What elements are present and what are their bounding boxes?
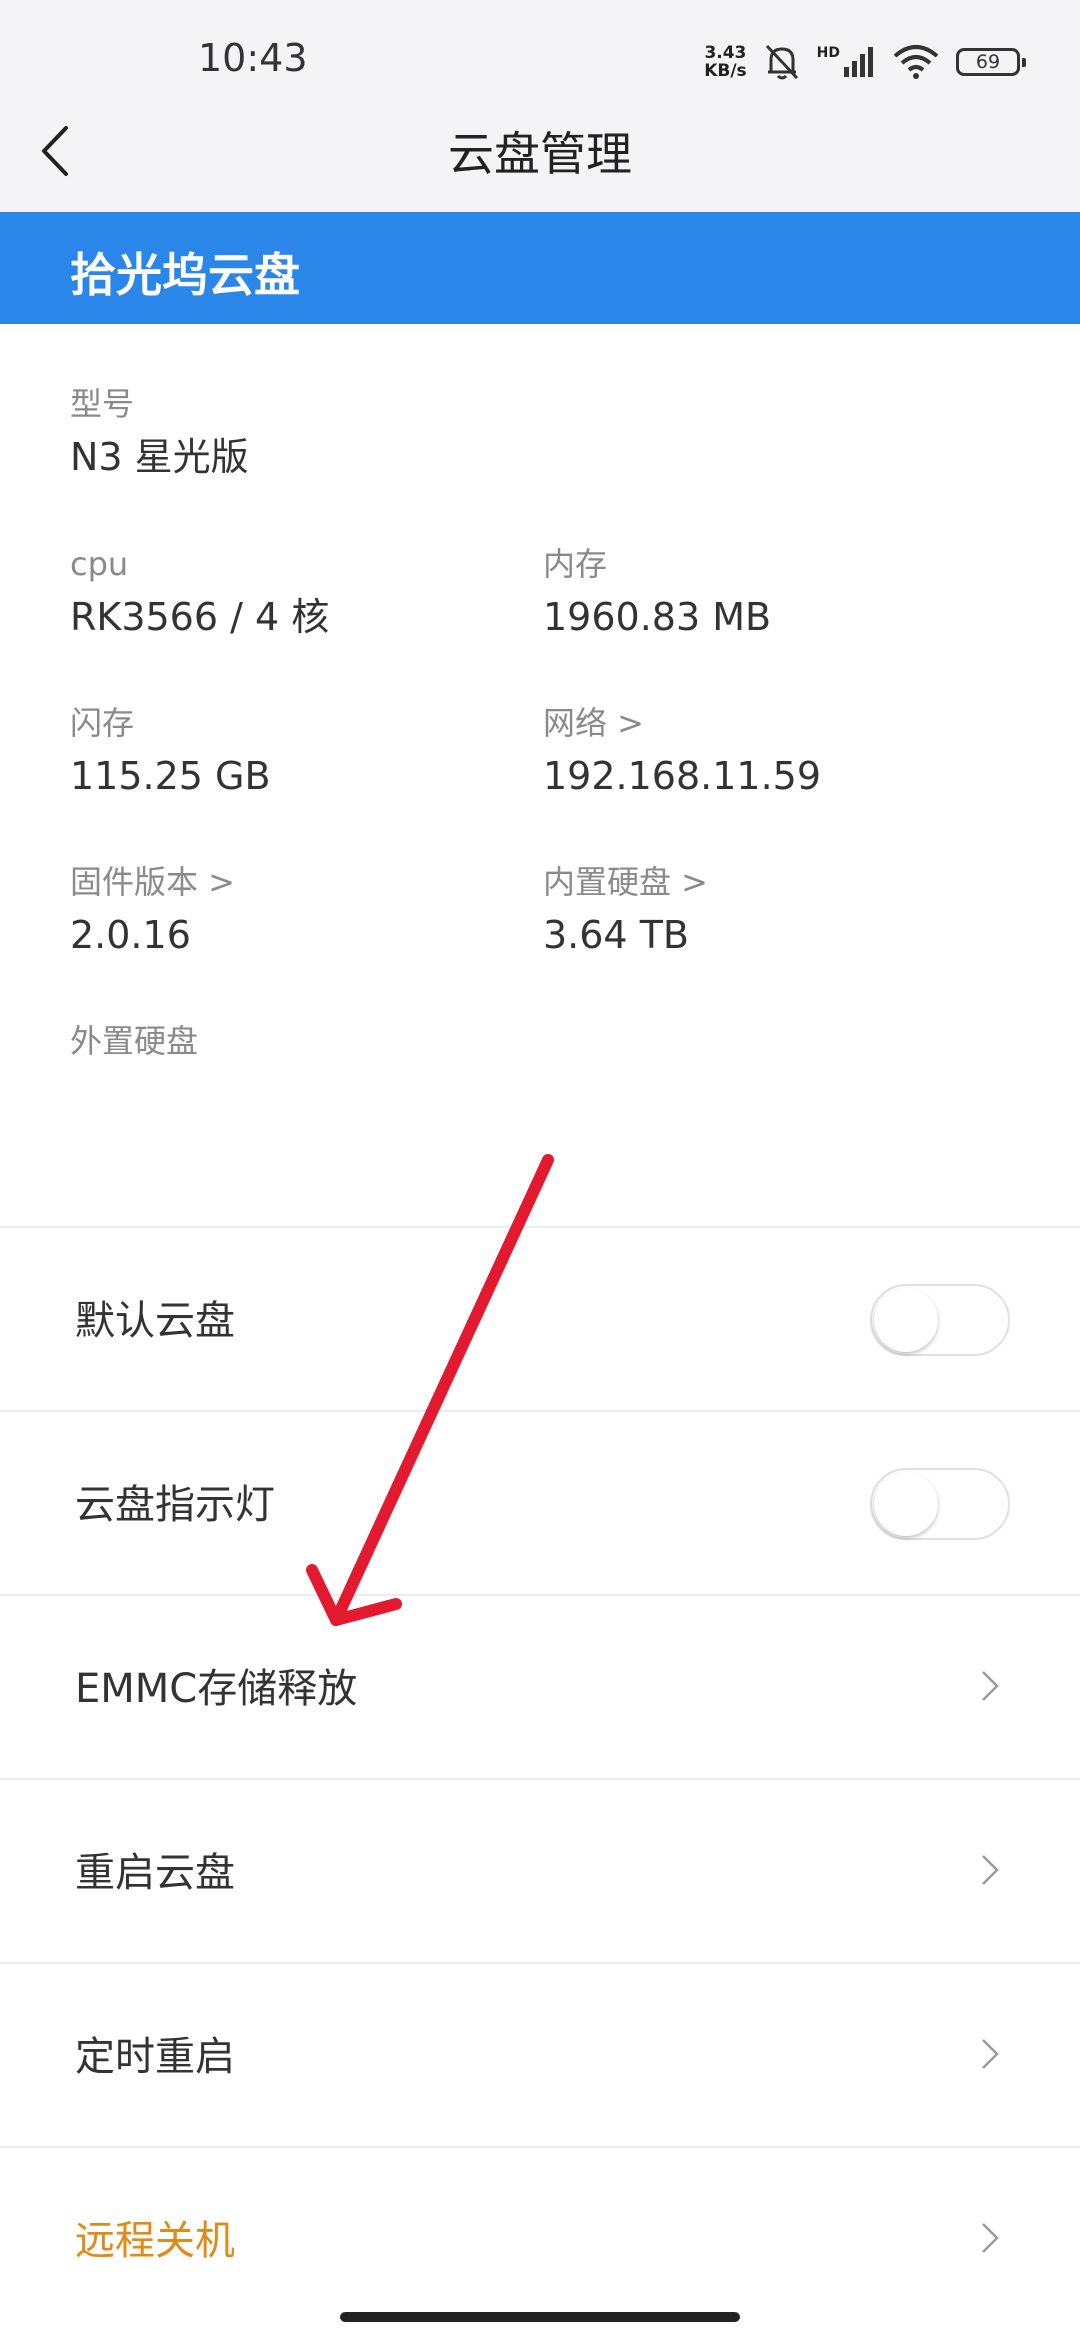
wifi-icon — [893, 45, 939, 79]
info-label: 型号 — [70, 385, 135, 423]
chevron-right-icon — [982, 2223, 999, 2253]
status-time: 10:43 — [198, 36, 308, 80]
info-value: 192.168.11.59 — [543, 754, 822, 798]
info-value: 1960.83 MB — [543, 595, 772, 639]
page-title: 云盘管理 — [448, 127, 632, 181]
info-network[interactable]: 网络 > 192.168.11.59 — [543, 703, 821, 801]
info-memory: 内存 1960.83 MB — [543, 544, 771, 642]
info-value: N3 星光版 — [70, 435, 249, 479]
info-label: 内存 — [543, 545, 608, 583]
device-info: 型号 N3 星光版 cpu RK3566 / 4 核 内存 1960.83 MB… — [0, 324, 1080, 1228]
info-value: 115.25 GB — [70, 754, 271, 798]
info-label: 外置硬盘 — [70, 1022, 199, 1060]
info-label: 内置硬盘 > — [543, 863, 708, 901]
chevron-right-icon — [982, 1671, 999, 1701]
default-disk-toggle[interactable] — [870, 1284, 1010, 1356]
setting-label: 定时重启 — [75, 2034, 235, 2080]
setting-label: 云盘指示灯 — [75, 1482, 275, 1528]
info-label: 闪存 — [70, 704, 135, 742]
setting-label: 重启云盘 — [75, 1850, 235, 1896]
info-label: 固件版本 > — [70, 863, 235, 901]
info-model: 型号 N3 星光版 — [70, 384, 249, 482]
toggle-knob — [874, 1288, 938, 1352]
battery-level: 69 — [975, 51, 1001, 73]
device-name: 拾光坞云盘 — [70, 248, 300, 302]
setting-indicator-light: 云盘指示灯 — [0, 1412, 1080, 1594]
info-value: RK3566 / 4 核 — [70, 595, 330, 639]
setting-label: 默认云盘 — [75, 1298, 235, 1344]
info-value: 2.0.16 — [70, 913, 191, 957]
info-external-disk: 外置硬盘 — [70, 1021, 198, 1061]
setting-restart-disk[interactable]: 重启云盘 — [0, 1780, 1080, 1962]
info-value: 3.64 TB — [543, 913, 689, 957]
info-firmware[interactable]: 固件版本 > 2.0.16 — [70, 862, 235, 960]
setting-label: EMMC存储释放 — [75, 1666, 358, 1712]
info-label: cpu — [70, 545, 129, 583]
indicator-light-toggle[interactable] — [870, 1468, 1010, 1540]
mute-bell-icon — [765, 44, 798, 80]
info-label: 网络 > — [543, 704, 644, 742]
network-speed: 3.43 KB/s — [704, 44, 746, 80]
signal-type: HD — [816, 45, 840, 61]
chevron-right-icon — [982, 2039, 999, 2069]
device-banner: 拾光坞云盘 — [0, 212, 1080, 324]
info-flash: 闪存 115.25 GB — [70, 703, 271, 801]
setting-scheduled-restart[interactable]: 定时重启 — [0, 1964, 1080, 2146]
info-internal-disk[interactable]: 内置硬盘 > 3.64 TB — [543, 862, 708, 960]
network-speed-unit: KB/s — [704, 61, 747, 81]
toggle-knob — [874, 1472, 938, 1536]
setting-remote-shutdown[interactable]: 远程关机 — [0, 2148, 1080, 2330]
cellular-signal-icon: HD — [817, 45, 876, 79]
chevron-right-icon — [982, 1855, 999, 1885]
info-cpu: cpu RK3566 / 4 核 — [70, 544, 329, 642]
setting-emmc-release[interactable]: EMMC存储释放 — [0, 1596, 1080, 1778]
battery-icon: 69 — [956, 48, 1026, 76]
setting-label: 远程关机 — [75, 2218, 235, 2264]
network-speed-value: 3.43 — [704, 43, 747, 63]
setting-default-disk: 默认云盘 — [0, 1228, 1080, 1410]
nav-bar: 云盘管理 — [0, 90, 1080, 212]
status-icons: 3.43 KB/s HD 69 — [704, 40, 1026, 84]
home-indicator[interactable] — [340, 2312, 740, 2322]
